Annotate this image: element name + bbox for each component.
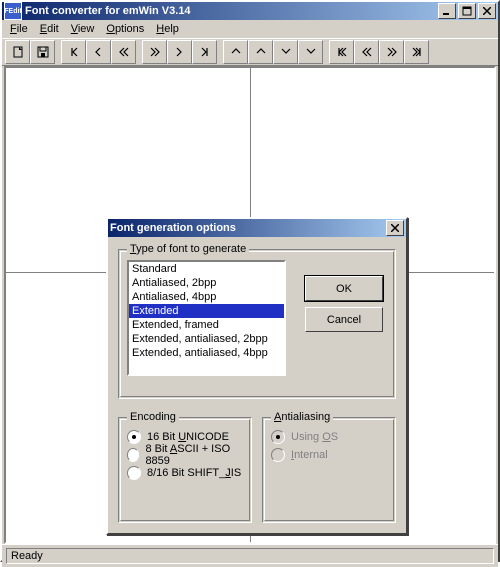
font-type-option[interactable]: Extended, antialiased, 4bpp (129, 346, 284, 360)
save-icon[interactable] (30, 40, 55, 64)
menu-view[interactable]: View (65, 22, 101, 36)
font-generation-dialog: Font generation options Type of font to … (106, 217, 408, 535)
main-window: FEdit Font converter for emWin V3.14 Fil… (0, 0, 500, 562)
font-type-option[interactable]: Extended, antialiased, 2bpp (129, 332, 284, 346)
move-left-icon[interactable] (86, 40, 111, 64)
font-type-option[interactable]: Extended (129, 304, 284, 318)
antialiasing-radio-label: Internal (291, 449, 328, 461)
new-doc-icon[interactable] (5, 40, 30, 64)
maximize-button[interactable] (458, 3, 476, 19)
statusbar: Ready (2, 544, 498, 567)
next-icon[interactable] (379, 40, 404, 64)
menu-edit[interactable]: Edit (34, 22, 65, 36)
dialog-titlebar: Font generation options (108, 219, 406, 237)
prev-start-icon[interactable] (329, 40, 354, 64)
dialog-title: Font generation options (110, 222, 384, 234)
antialiasing-group-label: Antialiasing (271, 411, 333, 423)
client-area: Font generation options Type of font to … (4, 66, 496, 544)
arrow-down-icon[interactable] (273, 40, 298, 64)
main-window-title: Font converter for emWin V3.14 (25, 5, 436, 17)
minimize-button[interactable] (438, 3, 456, 19)
encoding-radio[interactable]: 8/16 Bit SHIFT_JIS (127, 464, 243, 482)
cancel-button[interactable]: Cancel (305, 307, 383, 332)
move-far-left-icon[interactable] (111, 40, 136, 64)
menubar: File Edit View Options Help (2, 20, 498, 38)
close-button[interactable] (478, 3, 496, 19)
encoding-radio[interactable]: 8 Bit ASCII + ISO 8859 (127, 446, 243, 464)
move-right-icon[interactable] (167, 40, 192, 64)
app-icon: FEdit (4, 2, 22, 20)
encoding-radio-label: 8/16 Bit SHIFT_JIS (147, 467, 241, 479)
arrow-up-alt-icon[interactable] (248, 40, 273, 64)
encoding-group-label: Encoding (127, 411, 179, 423)
antialiasing-radio: Using OS (271, 428, 387, 446)
font-type-option[interactable]: Antialiased, 4bpp (129, 290, 284, 304)
move-first-icon[interactable] (61, 40, 86, 64)
antialiasing-radio: Internal (271, 446, 387, 464)
move-last-icon[interactable] (192, 40, 217, 64)
menu-options[interactable]: Options (100, 22, 150, 36)
move-far-right-icon[interactable] (142, 40, 167, 64)
encoding-radio-label: 16 Bit UNICODE (147, 431, 229, 443)
toolbar (2, 38, 498, 66)
arrow-down-alt-icon[interactable] (298, 40, 323, 64)
ok-button[interactable]: OK (305, 276, 383, 301)
arrow-up-icon[interactable] (223, 40, 248, 64)
font-type-option[interactable]: Extended, framed (129, 318, 284, 332)
dialog-close-button[interactable] (386, 220, 404, 236)
main-titlebar: FEdit Font converter for emWin V3.14 (2, 2, 498, 20)
next-end-icon[interactable] (404, 40, 429, 64)
antialiasing-radio-label: Using OS (291, 431, 338, 443)
prev-icon[interactable] (354, 40, 379, 64)
font-type-option[interactable]: Standard (129, 262, 284, 276)
menu-file[interactable]: File (4, 22, 34, 36)
type-group-label: Type of font to generate (127, 243, 249, 255)
font-type-listbox[interactable]: StandardAntialiased, 2bppAntialiased, 4b… (127, 260, 286, 376)
font-type-option[interactable]: Antialiased, 2bpp (129, 276, 284, 290)
menu-help[interactable]: Help (150, 22, 185, 36)
